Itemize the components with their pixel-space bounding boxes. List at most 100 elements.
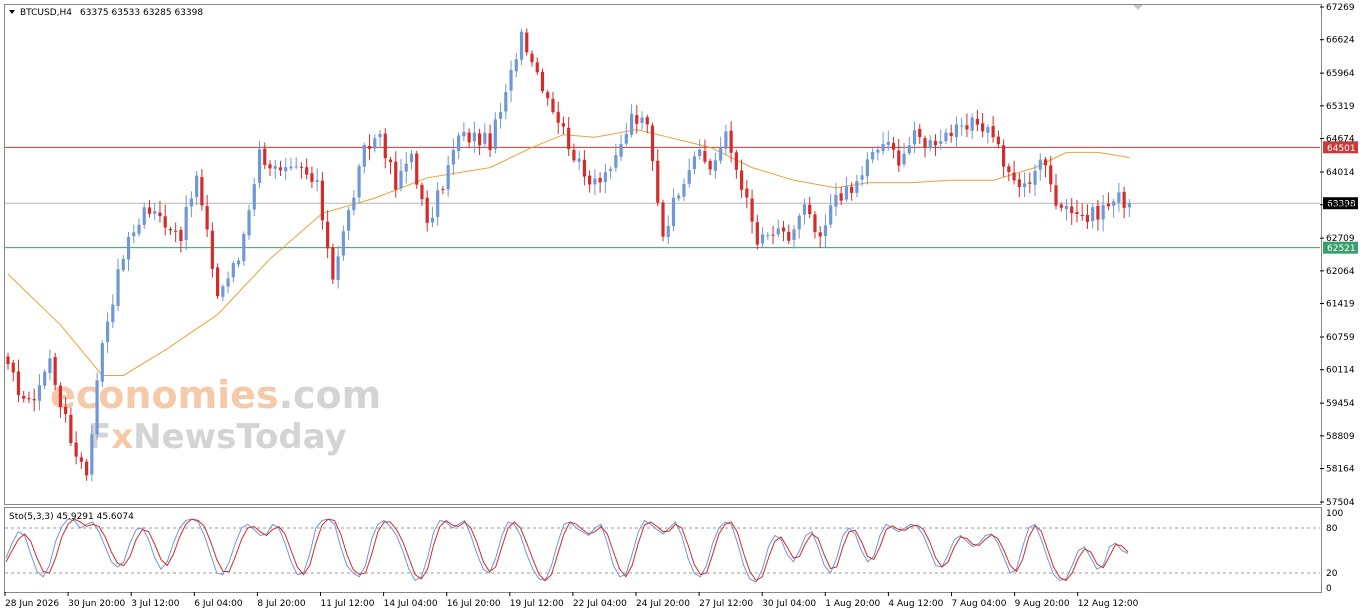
candle-bull xyxy=(829,205,833,225)
candle-bear xyxy=(561,123,566,127)
candle-bull xyxy=(1064,205,1069,209)
candle-bull xyxy=(446,165,450,190)
candle-bull xyxy=(231,263,235,278)
candle-bear xyxy=(745,188,749,198)
candle-bear xyxy=(965,125,969,130)
candle-bear xyxy=(740,170,744,190)
candle-bull xyxy=(509,69,513,91)
candle-bear xyxy=(1017,179,1021,188)
candle-bull xyxy=(619,144,623,157)
candle-bull xyxy=(504,92,508,112)
candle-bull xyxy=(724,131,728,149)
candle-bear xyxy=(163,216,167,228)
candle-bear xyxy=(661,202,665,237)
price-tick-label: 67269 xyxy=(1326,3,1355,13)
candle-bull xyxy=(126,236,131,260)
candle-bear xyxy=(1080,215,1084,217)
candle-bear xyxy=(174,230,178,232)
candle-bull xyxy=(1117,192,1121,203)
candle-bull xyxy=(347,210,351,231)
candle-bear xyxy=(808,204,812,215)
candle-bull xyxy=(666,226,670,237)
candle-bear xyxy=(1070,206,1074,214)
price-tick-label: 60114 xyxy=(1326,366,1355,376)
candle-bear xyxy=(205,206,209,230)
candle-bull xyxy=(336,256,340,281)
watermark-economies: economies xyxy=(50,373,279,417)
candle-bear xyxy=(850,186,854,193)
time-tick-label: 12 Aug 12:00 xyxy=(1078,599,1139,609)
price-tick-label: 65964 xyxy=(1326,69,1355,79)
candle-bull xyxy=(640,117,644,124)
candle-bear xyxy=(729,130,733,153)
candle-bull xyxy=(341,231,345,256)
candle-bull xyxy=(357,166,361,198)
time-tick-label: 30 Jun 20:00 xyxy=(68,599,125,609)
time-tick-label: 4 Aug 12:00 xyxy=(888,599,943,609)
candle-bull xyxy=(881,144,885,152)
candle-bear xyxy=(918,128,922,138)
candle-bear xyxy=(200,177,204,206)
candle-bull xyxy=(671,197,676,227)
candle-bull xyxy=(624,133,628,144)
candle-bull xyxy=(692,156,697,169)
candle-bull xyxy=(116,269,120,306)
candle-bull xyxy=(242,234,246,262)
candle-bull xyxy=(792,229,796,240)
candle-bull xyxy=(111,304,115,322)
candle-bear xyxy=(74,442,78,457)
candle-bull xyxy=(797,215,801,230)
candle-bear xyxy=(750,198,754,222)
candle-bull xyxy=(95,380,99,435)
candle-bull xyxy=(614,155,618,168)
candle-bear xyxy=(85,461,89,476)
candle-bull xyxy=(457,135,461,152)
time-tick-label: 9 Aug 20:00 xyxy=(1015,599,1070,609)
candle-bear xyxy=(818,232,822,237)
time-tick-label: 19 Jul 12:00 xyxy=(510,599,564,609)
watermark-dotcom: .com xyxy=(279,373,382,417)
candle-bear xyxy=(415,153,419,185)
candle-bear xyxy=(551,98,555,112)
candle-bull xyxy=(760,234,765,244)
candle-bear xyxy=(582,159,586,177)
time-tick-label: 1 Aug 20:00 xyxy=(825,599,880,609)
candle-bear xyxy=(540,71,545,92)
candle-bull xyxy=(362,145,366,167)
candle-bull xyxy=(184,206,188,241)
candle-bear xyxy=(588,175,592,185)
hline-tag-label-resistance: 64501 xyxy=(1327,144,1356,154)
candle-bull xyxy=(100,343,104,382)
candle-bear xyxy=(79,457,83,462)
chart-canvas: economies.com FxNewsToday 64501633986252… xyxy=(4,3,1358,609)
candle-bear xyxy=(645,117,649,125)
candle-bull xyxy=(1101,205,1105,220)
candle-bull xyxy=(1033,170,1037,185)
candle-bull xyxy=(352,197,356,211)
candle-bear xyxy=(299,166,304,168)
candle-bear xyxy=(933,140,938,146)
candle-bear xyxy=(1054,185,1058,206)
candle-bull xyxy=(48,358,52,373)
watermark: economies.com FxNewsToday xyxy=(50,373,381,457)
candle-bull xyxy=(577,158,581,162)
candle-bull xyxy=(944,132,948,142)
candle-bull xyxy=(289,166,293,169)
candle-bear xyxy=(488,133,492,150)
candle-bull xyxy=(409,153,414,163)
candle-bear xyxy=(897,150,901,166)
candle-bear xyxy=(310,173,314,182)
candle-bull xyxy=(1022,183,1027,187)
candle-bull xyxy=(121,258,125,271)
candle-bear xyxy=(734,152,738,170)
candle-bear xyxy=(32,399,36,401)
price-tick-label: 66624 xyxy=(1326,36,1355,46)
candle-bear xyxy=(981,123,985,132)
price-tick-label: 64014 xyxy=(1326,168,1355,178)
candle-bear xyxy=(1049,165,1053,185)
stochastic-level-label: 80 xyxy=(1326,524,1338,534)
candle-bear xyxy=(320,180,324,221)
candle-bear xyxy=(168,228,173,231)
candle-bull xyxy=(315,180,319,182)
time-tick-label: 7 Aug 04:00 xyxy=(952,599,1007,609)
